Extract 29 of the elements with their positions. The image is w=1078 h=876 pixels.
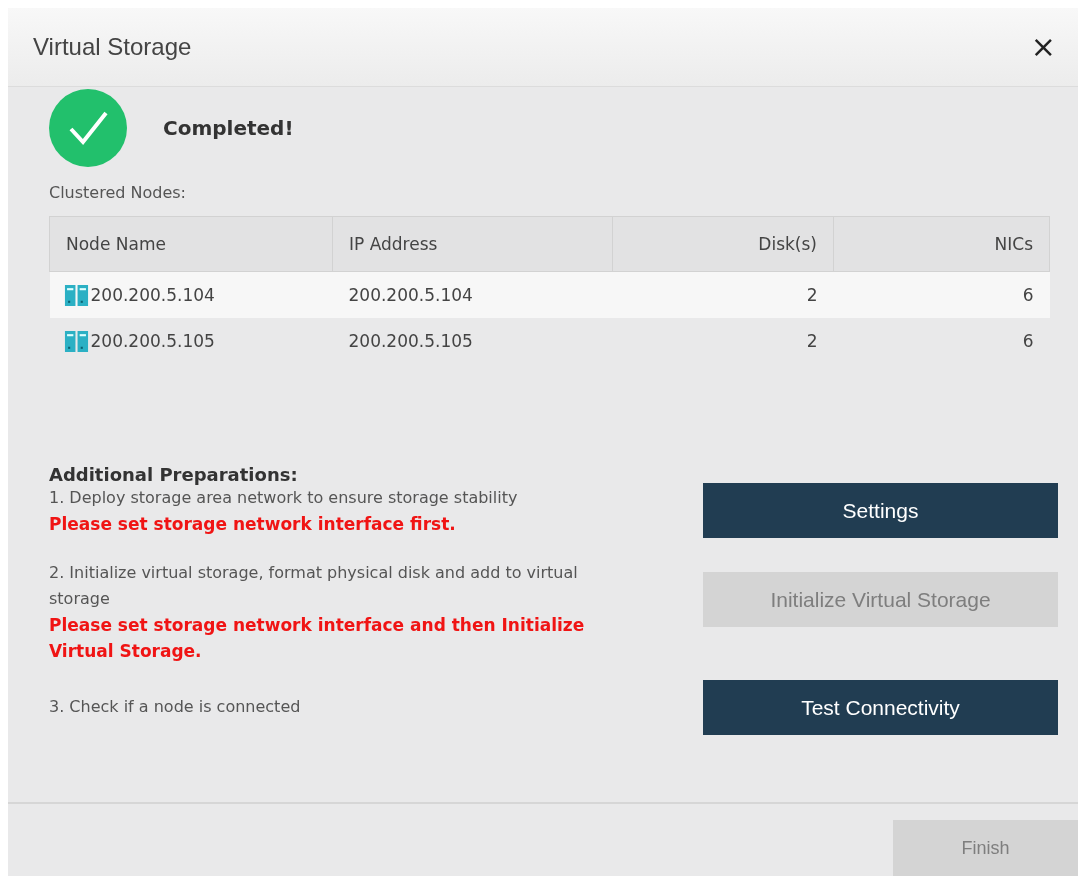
close-button[interactable]: × <box>1026 32 1060 62</box>
table-cell: 2 <box>806 285 818 305</box>
server-icon <box>63 284 89 306</box>
column-header: Disk(s) <box>612 216 834 272</box>
column-header: NICs <box>833 216 1050 272</box>
table-cell: 200.200.5.104 <box>348 285 473 305</box>
table-row[interactable]: 200.200.5.105 200.200.5.105 2 6 <box>49 318 1050 364</box>
check-circle-icon <box>49 89 127 167</box>
section-title: Additional Preparations: <box>49 464 299 485</box>
step-description: 2. Initialize virtual storage, format physical disk and add to virtual storage <box>49 562 579 610</box>
window-title: Virtual Storage <box>33 33 192 61</box>
table-cell: 2 <box>806 331 818 351</box>
server-icon <box>63 330 89 352</box>
table-row[interactable]: 200.200.5.104 200.200.5.104 2 6 <box>49 271 1050 318</box>
step-description: 3. Check if a node is connected <box>49 696 302 718</box>
warning-message: Please set storage network interface first. <box>49 513 457 536</box>
action-button[interactable]: Settings <box>703 483 1058 538</box>
status-message: Completed! <box>163 116 294 140</box>
action-button[interactable]: Test Connectivity <box>703 680 1058 735</box>
warning-message: Please set storage network interface and then Initialize Virtual Storage. <box>49 614 586 663</box>
step-description: 1. Deploy storage area network to ensure storage stability <box>49 487 519 509</box>
table-cell: 200.200.5.104 <box>90 285 215 305</box>
table-cell: 6 <box>1022 285 1034 305</box>
column-header: Node Name <box>49 216 333 272</box>
table-cell: 6 <box>1022 331 1034 351</box>
section-label: Clustered Nodes: <box>49 183 187 202</box>
table-cell: 200.200.5.105 <box>348 331 473 351</box>
table-cell: 200.200.5.105 <box>90 331 215 351</box>
column-header: IP Address <box>332 216 613 272</box>
